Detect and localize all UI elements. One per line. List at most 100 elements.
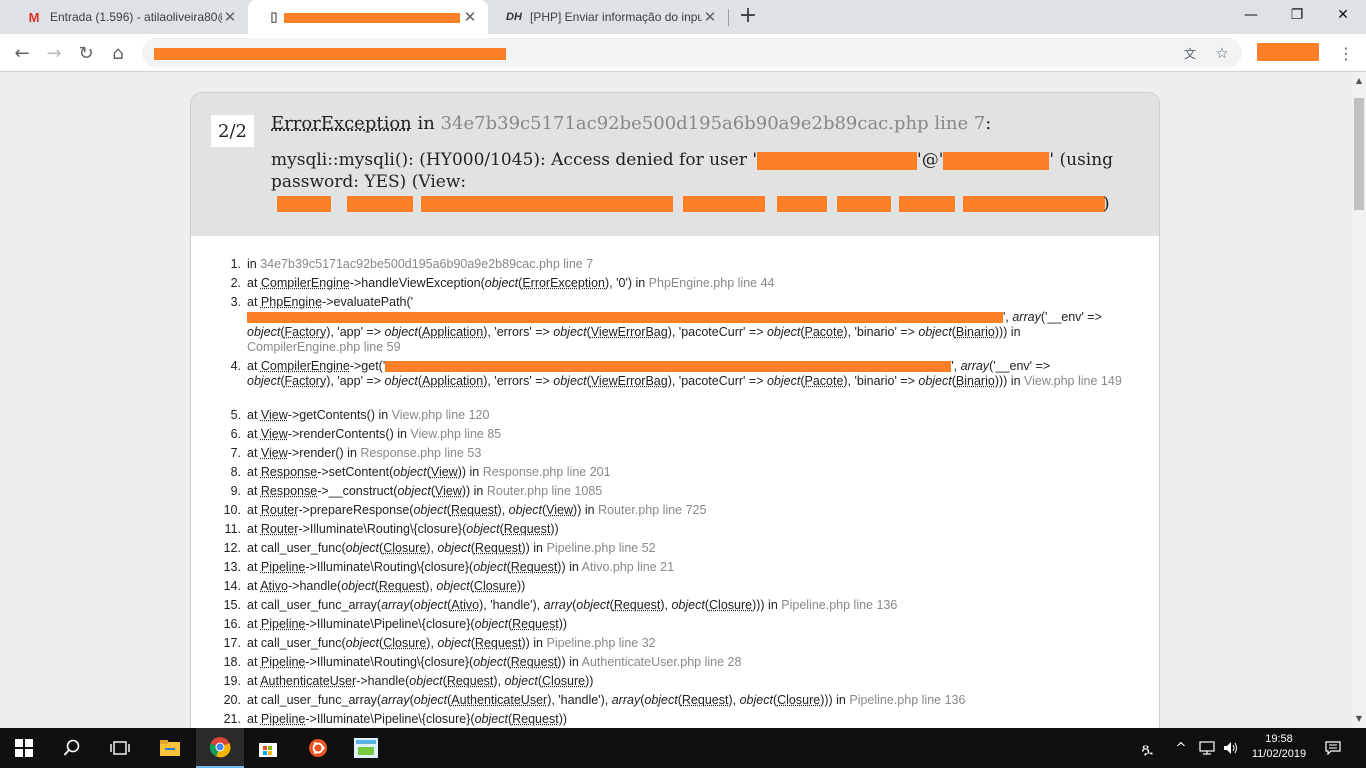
class-name: ViewErrorBag bbox=[590, 325, 668, 339]
tab-gmail[interactable]: M Entrada (1.596) - atilaoliveira80@ ✕ bbox=[8, 0, 248, 34]
class-name: Ativo bbox=[260, 579, 289, 593]
network-icon[interactable] bbox=[1196, 728, 1218, 768]
redacted-view-path bbox=[385, 361, 952, 373]
trace-text: )) bbox=[558, 617, 568, 631]
maximize-button[interactable]: ❐ bbox=[1274, 0, 1320, 30]
trace-line-text: at Pipeline->Illuminate\Pipeline\{closur… bbox=[247, 712, 1127, 727]
class-name: Pipeline bbox=[260, 712, 306, 726]
trace-line-number: 10. bbox=[223, 503, 241, 517]
class-name: Pacote bbox=[804, 325, 844, 339]
address-bar[interactable] bbox=[142, 38, 1242, 68]
translate-icon[interactable]: 文 bbox=[1180, 43, 1200, 63]
class-name: Factory bbox=[284, 325, 327, 339]
task-view-icon[interactable] bbox=[96, 728, 144, 768]
new-tab-button[interactable]: + bbox=[736, 4, 760, 28]
class-name: PhpEngine bbox=[260, 295, 323, 309]
type-keyword: object bbox=[437, 541, 471, 555]
file-reference: View.php line 120 bbox=[391, 408, 490, 422]
chrome-icon[interactable] bbox=[196, 728, 244, 768]
tab-title: [PHP] Enviar informação do input bbox=[530, 10, 702, 24]
trace-text: )) in bbox=[521, 636, 547, 650]
bookmark-star-icon[interactable]: ☆ bbox=[1212, 43, 1232, 63]
reload-button[interactable]: ↻ bbox=[72, 39, 100, 67]
trace-text: at bbox=[247, 359, 261, 373]
trace-text: ), 'handle'), bbox=[479, 598, 544, 612]
type-keyword: object bbox=[576, 598, 610, 612]
type-keyword: array bbox=[611, 693, 641, 707]
error-message: mysqli::mysqli(): (HY000/1045): Access d… bbox=[271, 149, 1151, 221]
tab-php-question[interactable]: DH [PHP] Enviar informação do input ✕ bbox=[488, 0, 728, 34]
trace-text: at call_user_func( bbox=[247, 541, 346, 555]
file-reference: Router.php line 1085 bbox=[486, 484, 603, 498]
people-icon[interactable]: ጿ bbox=[1134, 728, 1160, 768]
close-window-button[interactable]: ✕ bbox=[1320, 0, 1366, 30]
trace-text: )) in bbox=[573, 503, 599, 517]
close-icon[interactable]: ✕ bbox=[222, 8, 238, 26]
file-reference: Pipeline.php line 136 bbox=[781, 598, 898, 612]
trace-line-number: 6. bbox=[230, 427, 241, 441]
trace-text: ->setContent( bbox=[317, 465, 394, 479]
back-button[interactable]: ← bbox=[8, 39, 36, 67]
menu-dots-icon[interactable]: ⋮ bbox=[1336, 43, 1356, 63]
type-keyword: object bbox=[413, 503, 447, 517]
system-clock[interactable]: 19:58 11/02/2019 bbox=[1246, 732, 1312, 762]
class-name: View bbox=[434, 484, 462, 498]
view-path: ) bbox=[271, 193, 1111, 215]
vertical-scrollbar[interactable]: ▲ ▼ bbox=[1352, 72, 1366, 728]
file-reference: Response.php line 201 bbox=[482, 465, 611, 479]
class-name: AuthenticateUser bbox=[260, 674, 357, 688]
class-name: View bbox=[260, 408, 288, 422]
trace-line-number: 11. bbox=[224, 522, 241, 536]
trace-line-number: 5. bbox=[230, 408, 241, 422]
close-icon[interactable]: ✕ bbox=[702, 8, 718, 26]
redacted-path-1 bbox=[277, 196, 331, 212]
search-icon[interactable] bbox=[48, 728, 96, 768]
close-icon[interactable]: ✕ bbox=[462, 8, 478, 26]
redacted-host bbox=[943, 151, 1050, 170]
class-name: Ativo bbox=[451, 598, 480, 612]
trace-line-text: at Pipeline->Illuminate\Pipeline\{closur… bbox=[247, 617, 1127, 632]
trace-line-number: 16. bbox=[223, 617, 241, 631]
trace-line-text: at PhpEngine->evaluatePath(' ', array('__… bbox=[247, 295, 1127, 355]
home-button[interactable]: ⌂ bbox=[104, 39, 132, 67]
windows-start-icon[interactable] bbox=[0, 728, 48, 768]
trace-text: ->getContents() in bbox=[287, 408, 392, 422]
trace-text: at call_user_func( bbox=[247, 636, 346, 650]
forward-button[interactable]: → bbox=[40, 39, 68, 67]
trace-text: ->prepareResponse( bbox=[298, 503, 414, 517]
class-name: Closure bbox=[542, 674, 586, 688]
scroll-up-arrow-icon[interactable]: ▲ bbox=[1352, 74, 1366, 88]
trace-text: ->Illuminate\Routing\{closure}( bbox=[298, 522, 467, 536]
scroll-thumb[interactable] bbox=[1354, 98, 1364, 210]
trace-line-number: 15. bbox=[223, 598, 241, 612]
file-explorer-icon[interactable] bbox=[146, 728, 194, 768]
type-keyword: object bbox=[504, 674, 538, 688]
trace-line-text: at CompilerEngine->handleViewException(o… bbox=[247, 276, 1127, 291]
volume-icon[interactable] bbox=[1220, 728, 1242, 768]
class-name: Response bbox=[260, 484, 318, 498]
trace-line-text: at AuthenticateUser->handle(object(Reque… bbox=[247, 674, 1127, 689]
php-app-icon[interactable] bbox=[342, 728, 390, 768]
ubuntu-icon[interactable] bbox=[294, 728, 342, 768]
trace-text: ('__env' => bbox=[1040, 310, 1102, 324]
chevron-up-icon[interactable]: ^ bbox=[1170, 728, 1192, 768]
class-name: Pacote bbox=[804, 374, 844, 388]
trace-text: ->Illuminate\Pipeline\{closure}( bbox=[305, 617, 475, 631]
trace-line-text: at View->render() in Response.php line 5… bbox=[247, 446, 1127, 461]
type-keyword: object bbox=[397, 484, 431, 498]
exception-file: 34e7b39c5171ac92be500d195a6b90a9e2b89cac… bbox=[440, 113, 986, 134]
minimize-button[interactable]: — bbox=[1228, 0, 1274, 30]
scroll-down-arrow-icon[interactable]: ▼ bbox=[1352, 712, 1366, 726]
trace-line-text: at call_user_func_array(array(object(Ati… bbox=[247, 598, 1127, 613]
redacted-profile[interactable] bbox=[1257, 43, 1319, 61]
trace-text: at bbox=[247, 503, 261, 517]
class-name: Closure bbox=[383, 636, 427, 650]
trace-text: ), bbox=[660, 598, 672, 612]
notifications-icon[interactable] bbox=[1320, 728, 1346, 768]
type-keyword: object bbox=[644, 693, 678, 707]
type-keyword: object bbox=[474, 712, 508, 726]
trace-text: at bbox=[247, 427, 261, 441]
tab-error-page[interactable]: ▯ ✕ bbox=[248, 0, 488, 34]
trace-line-number: 14. bbox=[223, 579, 241, 593]
store-icon[interactable] bbox=[244, 728, 292, 768]
